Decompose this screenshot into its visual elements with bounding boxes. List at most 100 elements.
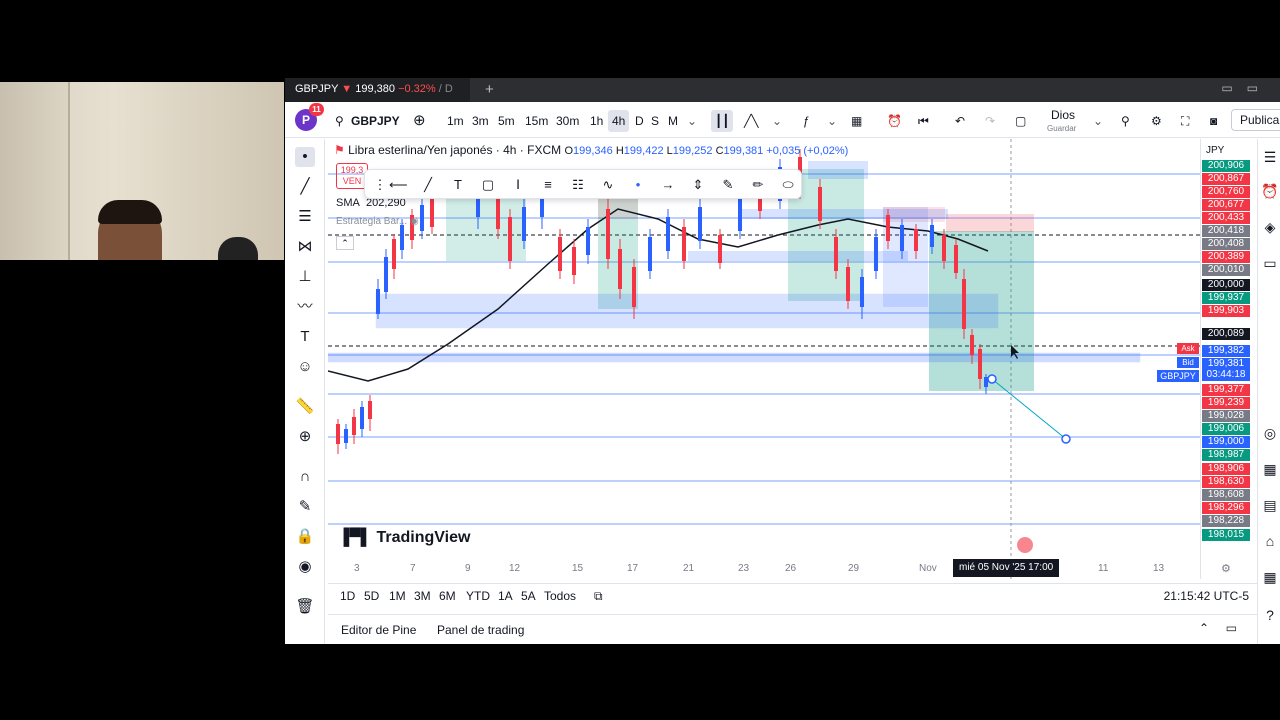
symbol-search[interactable]: GBPJPY (351, 112, 400, 130)
anchor-point[interactable] (987, 374, 997, 384)
currency-label[interactable]: JPY (1201, 145, 1251, 156)
ideas-icon[interactable]: ▤ (1260, 497, 1280, 514)
alert-icon[interactable]: ⏰ (887, 112, 902, 130)
trend-line-icon[interactable]: ╱ (295, 177, 315, 197)
emoji-icon[interactable]: ☺ (295, 357, 315, 377)
interval-s[interactable]: S (651, 112, 659, 130)
fullscreen-icon[interactable]: ⛶ (1181, 112, 1189, 130)
path-icon[interactable]: ∿ (599, 176, 617, 194)
pattern-icon[interactable]: ⋈ (295, 237, 315, 257)
chevron-down-icon[interactable]: ⌄ (827, 112, 837, 130)
shape-icon[interactable]: ⬭ (779, 176, 797, 194)
anchor-point[interactable] (1061, 434, 1071, 444)
alerts-icon[interactable]: ⏰ (1260, 183, 1280, 200)
collapse-legend-icon[interactable]: ⌃ (336, 236, 354, 250)
zoom-in-icon[interactable]: ⊕ (295, 427, 315, 447)
brush-icon[interactable]: 〰 (295, 297, 315, 317)
line-tool-icon[interactable]: ╱ (419, 176, 437, 194)
layout-save[interactable]: Guardar (1047, 120, 1076, 138)
event-marker-icon[interactable] (1017, 537, 1033, 553)
range-1m[interactable]: 1M (389, 589, 406, 603)
range-3m[interactable]: 3M (414, 589, 431, 603)
pencil-icon[interactable]: ✏ (749, 176, 767, 194)
ruler-icon[interactable]: 📏 (295, 397, 315, 417)
range-6m[interactable]: 6M (439, 589, 456, 603)
range-all[interactable]: Todos (544, 589, 576, 603)
replay-icon[interactable]: ⏮ (918, 112, 929, 130)
avatar[interactable]: P 11 (295, 103, 324, 131)
fib-channel-icon[interactable]: ☷ (569, 176, 587, 194)
range-ytd[interactable]: YTD (466, 589, 490, 603)
clock[interactable]: 21:15:42 UTC-5 (1164, 589, 1249, 603)
trading-panel-tab[interactable]: Panel de trading (437, 623, 524, 637)
strategy-indicator[interactable]: Estrategia Bar... ◉ (336, 216, 419, 227)
range-1d[interactable]: 1D (340, 589, 355, 603)
interval-d[interactable]: D (635, 112, 644, 130)
chevron-down-icon[interactable]: ⌄ (1093, 112, 1103, 130)
candles-icon[interactable]: ┃┃ (711, 110, 734, 132)
goto-date-icon[interactable]: ⧉ (594, 589, 603, 604)
scale-settings-icon[interactable]: ⚙ (1221, 562, 1231, 575)
lock-pen-icon[interactable]: ✎ (295, 497, 315, 517)
search-icon[interactable]: ⚲ (335, 112, 344, 130)
watchlist-icon[interactable]: ☰ (1260, 149, 1280, 166)
notifications-icon[interactable]: ⌂ (1260, 533, 1280, 549)
redo-icon[interactable]: ↷ (985, 112, 995, 130)
interval-5m[interactable]: 5m (498, 112, 515, 130)
measure-icon[interactable]: ⊥ (295, 267, 315, 287)
chart-pane[interactable]: ⚑ Libra esterlina/Yen japonés · 4h · FXC… (328, 139, 1200, 579)
settings-gear-icon[interactable]: ⚙ (1151, 112, 1162, 130)
fullscreen-box-icon[interactable]: ▢ (1015, 112, 1026, 130)
eye-icon[interactable]: ◉ (295, 557, 315, 577)
window-controls-icon[interactable]: ▭▭ (1221, 81, 1272, 95)
text-tool-icon[interactable]: T (295, 327, 315, 347)
legend-title[interactable]: Libra esterlina/Yen japonés · 4h · FXCM (348, 143, 561, 157)
text-icon[interactable]: T (449, 176, 467, 194)
arrow-icon[interactable]: → (659, 176, 677, 194)
brush-icon[interactable]: ✎ (719, 176, 737, 194)
layers-icon[interactable]: ◈ (1260, 219, 1280, 236)
range-5d[interactable]: 5D (364, 589, 379, 603)
quick-search-icon[interactable]: ⚲ (1121, 112, 1130, 130)
new-tab-icon[interactable]: + (485, 81, 494, 98)
interval-1m[interactable]: 1m (447, 112, 464, 130)
calendar-icon[interactable]: ▦ (1260, 461, 1280, 478)
compare-icon[interactable]: ⊕ (413, 112, 426, 130)
cursor-dot-icon[interactable]: • (295, 147, 315, 167)
publish-button[interactable]: Publicar (1231, 109, 1280, 131)
chevron-down-icon[interactable]: ⌄ (687, 112, 697, 130)
range-5a[interactable]: 5A (521, 589, 536, 603)
chevron-up-icon[interactable]: ⌃ (1199, 621, 1209, 635)
undo-icon[interactable]: ↶ (955, 112, 965, 130)
interval-30m[interactable]: 30m (556, 112, 579, 130)
layout-grid-icon[interactable]: ▦ (851, 112, 862, 130)
camera-icon[interactable]: ◙ (1210, 112, 1217, 130)
interval-3m[interactable]: 3m (472, 112, 489, 130)
fib-icon[interactable]: ☰ (295, 207, 315, 227)
line-style-icon[interactable]: ╱╲ (744, 112, 758, 130)
interval-m[interactable]: M (668, 112, 678, 130)
magnet-icon[interactable]: ∩ (295, 467, 315, 487)
price-range-icon[interactable]: ⇕ (689, 176, 707, 194)
target-icon[interactable]: ◎ (1260, 425, 1280, 442)
chat-icon[interactable]: ▭ (1260, 255, 1280, 272)
apps-icon[interactable]: ▦ (1260, 569, 1280, 586)
price-scale[interactable]: JPY 200,906 200,867 200,760 200,677 200,433 2… (1200, 139, 1257, 579)
dot-icon[interactable]: • (629, 176, 647, 194)
interval-4h[interactable]: 4h (608, 110, 630, 132)
interval-1h[interactable]: 1h (590, 112, 603, 130)
drag-handle-icon[interactable]: ⋮ (371, 176, 389, 194)
eye-icon[interactable]: ◉ (410, 216, 419, 227)
indicators-icon[interactable]: ƒ (803, 112, 810, 130)
trash-icon[interactable]: 🗑 (295, 597, 315, 617)
rectangle-icon[interactable]: ▢ (479, 176, 497, 194)
maximize-panel-icon[interactable]: ▭ (1226, 621, 1237, 635)
time-scale[interactable]: 3 7 9 12 15 17 21 23 26 29 Nov 11 13 mié… (328, 559, 1200, 579)
lock-icon[interactable]: 🔒 (295, 527, 315, 547)
pine-editor-tab[interactable]: Editor de Pine (341, 623, 416, 637)
chevron-down-icon[interactable]: ⌄ (772, 112, 782, 130)
parallel-channel-icon[interactable]: ≡ (539, 176, 557, 194)
cursor-text-icon[interactable]: Ⅰ (509, 176, 527, 194)
interval-15m[interactable]: 15m (525, 112, 548, 130)
range-1a[interactable]: 1A (498, 589, 513, 603)
